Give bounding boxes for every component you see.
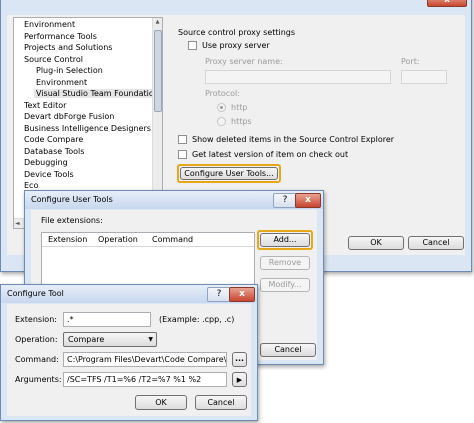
tree-item-eco[interactable]: Eco bbox=[24, 181, 38, 190]
tree-item-debugging[interactable]: Debugging bbox=[24, 158, 68, 167]
modify-button[interactable]: Modify... bbox=[260, 278, 310, 292]
browse-button[interactable]: ... bbox=[232, 352, 247, 367]
user-tools-title: Configure User Tools bbox=[31, 195, 113, 204]
port-input[interactable] bbox=[401, 70, 447, 84]
tree-item-environment[interactable]: Environment bbox=[24, 20, 75, 29]
proxy-server-label: Proxy server name: bbox=[205, 57, 283, 66]
http-radio[interactable] bbox=[217, 103, 226, 112]
command-label: Command: bbox=[15, 355, 59, 364]
operation-label: Operation: bbox=[15, 335, 58, 344]
proxy-server-input[interactable] bbox=[205, 70, 391, 84]
tree-item-code-compare[interactable]: Code Compare bbox=[24, 135, 83, 144]
tree-item-database-tools[interactable]: Database Tools bbox=[24, 147, 84, 156]
add-button[interactable]: Add... bbox=[260, 233, 310, 247]
get-latest-label: Get latest version of item on check out bbox=[192, 150, 349, 159]
configure-tool-window: Configure Tool ? x Extension: .* (Exampl… bbox=[0, 284, 258, 421]
file-extensions-label: File extensions: bbox=[41, 216, 103, 225]
tree-item-projects-solutions[interactable]: Projects and Solutions bbox=[24, 43, 112, 52]
tree-item-device-tools[interactable]: Device Tools bbox=[24, 170, 74, 179]
user-tools-cancel-button[interactable]: Cancel bbox=[260, 343, 316, 357]
extension-example: (Example: .cpp, .c) bbox=[159, 315, 235, 324]
chevron-down-icon: ▼ bbox=[148, 336, 153, 343]
use-proxy-label: Use proxy server bbox=[202, 41, 270, 50]
tree-item-bi-designers[interactable]: Business Intelligence Designers bbox=[24, 124, 151, 133]
tree-item-text-editor[interactable]: Text Editor bbox=[24, 101, 66, 110]
tree-item-vstf[interactable]: Visual Studio Team Foundation Se bbox=[34, 89, 162, 98]
column-command[interactable]: Command bbox=[152, 235, 193, 244]
scroll-thumb[interactable] bbox=[154, 30, 162, 112]
remove-button[interactable]: Remove bbox=[260, 256, 310, 270]
protocol-label: Protocol: bbox=[205, 89, 240, 98]
column-operation[interactable]: Operation bbox=[98, 235, 138, 244]
list-header: Extension Operation Command bbox=[42, 233, 254, 247]
arrow-right-icon: ▶ bbox=[236, 376, 243, 384]
get-latest-checkbox[interactable] bbox=[178, 150, 187, 159]
http-label: http bbox=[231, 103, 248, 112]
extension-input[interactable]: .* bbox=[63, 312, 151, 327]
scroll-up-icon[interactable]: ▲ bbox=[153, 18, 162, 27]
https-label: https bbox=[231, 117, 252, 126]
options-ok-button[interactable]: OK bbox=[348, 236, 404, 250]
command-input[interactable]: C:\Program Files\Devart\Code Compare\Cod… bbox=[63, 352, 227, 367]
tree-item-performance-tools[interactable]: Performance Tools bbox=[24, 32, 97, 41]
tree-item-sc-environment[interactable]: Environment bbox=[36, 78, 87, 87]
arguments-menu-button[interactable]: ▶ bbox=[232, 372, 247, 387]
user-tools-help-icon[interactable]: ? bbox=[273, 193, 297, 208]
arguments-label: Arguments: bbox=[15, 375, 62, 384]
options-close-button[interactable]: x bbox=[427, 0, 467, 7]
tree-item-source-control[interactable]: Source Control bbox=[24, 55, 83, 64]
scroll-left-icon[interactable]: ◄ bbox=[15, 219, 20, 228]
arguments-input[interactable]: /SC=TFS /T1=%6 /T2=%7 %1 %2 bbox=[63, 372, 227, 387]
column-extension[interactable]: Extension bbox=[48, 235, 87, 244]
configure-user-tools-button[interactable]: Configure User Tools... bbox=[180, 167, 278, 180]
use-proxy-checkbox[interactable] bbox=[188, 41, 197, 50]
port-label: Port: bbox=[401, 57, 420, 66]
show-deleted-checkbox[interactable] bbox=[178, 135, 187, 144]
operation-select[interactable]: Compare ▼ bbox=[63, 332, 157, 347]
operation-selected-value: Compare bbox=[68, 335, 105, 344]
tree-vertical-scrollbar[interactable]: ▲ bbox=[152, 18, 162, 218]
proxy-group-label: Source control proxy settings bbox=[178, 28, 296, 37]
configure-tool-title: Configure Tool bbox=[7, 289, 64, 298]
configure-tool-ok-button[interactable]: OK bbox=[135, 395, 187, 410]
https-radio[interactable] bbox=[217, 117, 226, 126]
show-deleted-label: Show deleted items in the Source Control… bbox=[192, 135, 395, 144]
user-tools-close-button[interactable]: x bbox=[295, 193, 321, 208]
tree-item-plugin-selection[interactable]: Plug-in Selection bbox=[36, 66, 103, 75]
configure-tool-help-icon[interactable]: ? bbox=[207, 287, 231, 302]
configure-tool-close-button[interactable]: x bbox=[229, 287, 255, 302]
configure-tool-client: Extension: .* (Example: .cpp, .c) Operat… bbox=[7, 304, 251, 416]
configure-tool-cancel-button[interactable]: Cancel bbox=[195, 395, 247, 410]
extension-label: Extension: bbox=[15, 315, 57, 324]
tree-item-dbforge[interactable]: Devart dbForge Fusion bbox=[24, 112, 114, 121]
options-cancel-button[interactable]: Cancel bbox=[408, 236, 464, 250]
